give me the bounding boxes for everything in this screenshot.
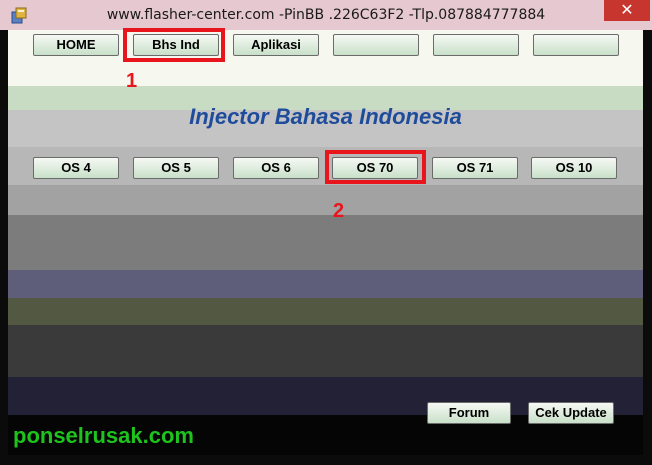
- blank-button-2[interactable]: [433, 34, 519, 56]
- band: [8, 215, 643, 270]
- os6-button[interactable]: OS 6: [233, 157, 319, 179]
- band: [8, 270, 643, 298]
- os5-button[interactable]: OS 5: [133, 157, 219, 179]
- highlight-box-2: [325, 150, 426, 184]
- blank-button-3[interactable]: [533, 34, 619, 56]
- client-area: HOME Bhs Ind Aplikasi 1 Injector Bahasa …: [8, 28, 643, 455]
- band: [8, 298, 643, 325]
- page-heading: Injector Bahasa Indonesia: [189, 104, 462, 129]
- os71-button[interactable]: OS 71: [432, 157, 518, 179]
- home-button[interactable]: HOME: [33, 34, 119, 56]
- os4-button[interactable]: OS 4: [33, 157, 119, 179]
- os10-button[interactable]: OS 10: [531, 157, 617, 179]
- aplikasi-button[interactable]: Aplikasi: [233, 34, 319, 56]
- forum-button[interactable]: Forum: [427, 402, 511, 424]
- highlight-box-1: [123, 28, 225, 62]
- watermark-text: ponselrusak.com: [13, 423, 194, 448]
- window-title: www.flasher-center.com -PinBB .226C63F2 …: [106, 7, 546, 23]
- band: [8, 185, 643, 215]
- blank-button-1[interactable]: [333, 34, 419, 56]
- cek-update-button[interactable]: Cek Update: [528, 402, 614, 424]
- close-button[interactable]: ✕: [604, 0, 650, 21]
- step-marker-2: 2: [333, 200, 345, 222]
- title-bar: www.flasher-center.com -PinBB .226C63F2 …: [0, 0, 652, 30]
- band: [8, 325, 643, 377]
- step-marker-1: 1: [126, 70, 138, 92]
- app-window: www.flasher-center.com -PinBB .226C63F2 …: [0, 0, 652, 465]
